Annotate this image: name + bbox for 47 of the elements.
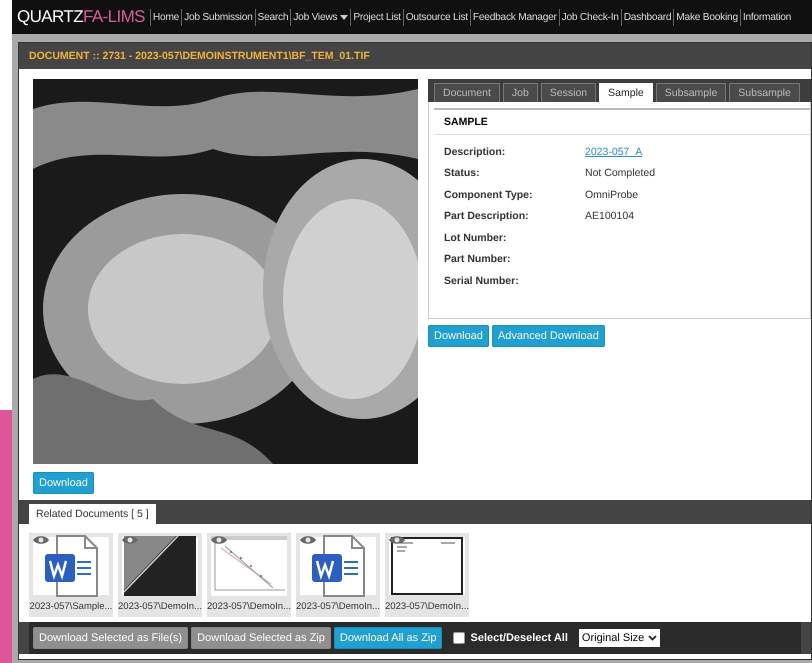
- tab[interactable]: Subsample: [656, 83, 726, 102]
- description-link[interactable]: 2023-057_A: [585, 146, 642, 158]
- nav-link[interactable]: Outsource List: [402, 8, 470, 26]
- document-thumbnail[interactable]: 2023-057\DemoIn...: [296, 533, 380, 617]
- size-select[interactable]: Original Size: [578, 629, 660, 647]
- nav-link[interactable]: Job Check-In: [558, 8, 621, 26]
- document-title: DOCUMENT :: 2731 - 2023-057\DEMOINSTRUMENT1\BF_TEM_01.TIF: [28, 49, 371, 64]
- nav-link[interactable]: Job Views: [290, 8, 350, 26]
- field-label: Lot Number:: [444, 232, 508, 244]
- chevron-down-icon: [648, 635, 658, 641]
- document-thumbnail[interactable]: 2023-057\DemoIn...: [207, 533, 291, 617]
- field-label: Part Description:: [444, 210, 530, 222]
- caret-icon: [340, 14, 348, 20]
- tab[interactable]: Document: [434, 83, 500, 102]
- document-page-thumbnail: [391, 537, 463, 595]
- nav-link[interactable]: Information: [740, 8, 794, 26]
- app-logo[interactable]: QUARTZFA-LIMS: [12, 7, 150, 27]
- image-thumbnail: [124, 536, 196, 596]
- section-title: SAMPLE: [434, 108, 810, 135]
- nav-link[interactable]: Feedback Manager: [470, 8, 559, 26]
- field-label: Serial Number:: [444, 274, 520, 287]
- field-value: AE100104: [585, 210, 634, 222]
- nav-link[interactable]: Dashboard: [620, 8, 674, 26]
- nav-link[interactable]: Home: [150, 8, 182, 26]
- nav-link[interactable]: Make Booking: [673, 8, 740, 26]
- field-label: Status:: [444, 167, 481, 180]
- field-label: Component Type:: [444, 188, 534, 201]
- nav-link[interactable]: Search: [254, 8, 290, 26]
- document-thumbnail[interactable]: 2023-057\DemoIn...: [118, 533, 202, 617]
- tab[interactable]: Session: [540, 83, 596, 102]
- select-all-checkbox[interactable]: [453, 632, 466, 644]
- tab[interactable]: Subsample: [729, 83, 800, 102]
- document-thumbnail[interactable]: 2023-057\Sample...: [29, 533, 113, 617]
- nav-link[interactable]: Project List: [350, 8, 403, 26]
- word-document-icon: [310, 534, 366, 598]
- field-value: OmniProbe: [585, 188, 638, 201]
- related-documents-tab[interactable]: Related Documents [ 5 ]: [29, 504, 156, 524]
- word-document-icon: [43, 534, 99, 598]
- document-thumbnail[interactable]: 2023-057\DemoIn...: [385, 533, 469, 617]
- field-label: Description:: [444, 146, 506, 158]
- field-value: Not Completed: [585, 167, 656, 180]
- select-all-label[interactable]: Select/Deselect All: [470, 632, 568, 644]
- tab[interactable]: Job: [502, 83, 538, 102]
- tab[interactable]: Sample: [599, 83, 653, 102]
- field-label: Part Number:: [444, 253, 512, 266]
- nav-link[interactable]: Job Submission: [181, 8, 255, 26]
- eye-icon[interactable]: [389, 535, 405, 545]
